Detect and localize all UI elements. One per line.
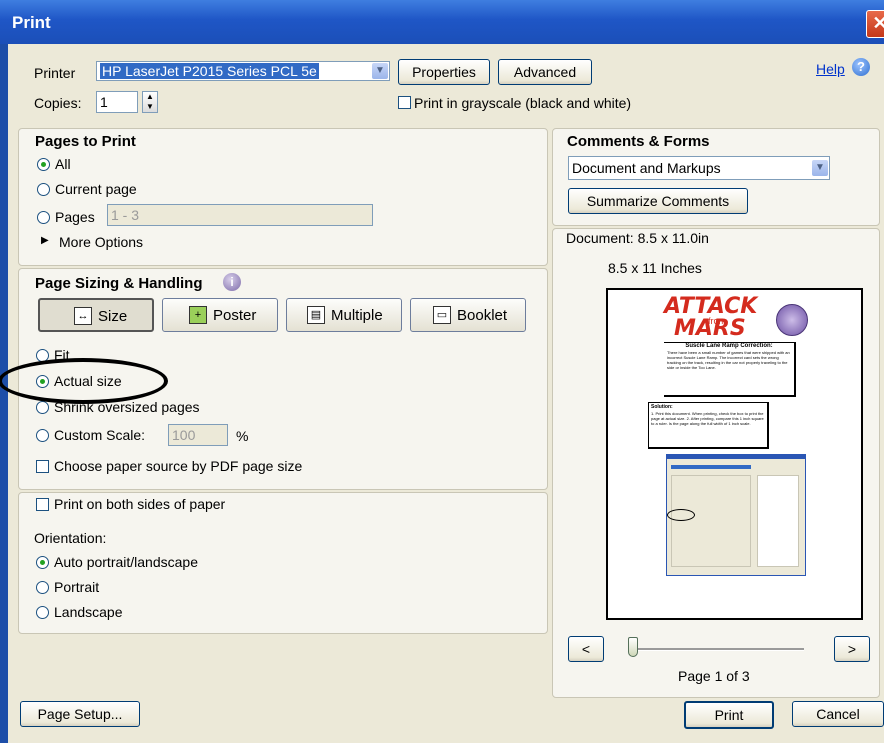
copies-label: Copies:	[34, 95, 82, 111]
grayscale-checkbox[interactable]	[398, 96, 411, 109]
help-link[interactable]: Help	[816, 61, 845, 77]
preview-screenshot-thumbnail	[666, 454, 806, 576]
page-slider-thumb[interactable]	[628, 637, 638, 657]
preview-correction-box: Suscle Lane Ramp Correction: There have …	[664, 342, 796, 397]
document-size-label: Document: 8.5 x 11.0in	[566, 230, 709, 246]
pages-range-input[interactable]: 1 - 3	[107, 204, 373, 226]
duplex-label: Print on both sides of paper	[54, 496, 226, 512]
comments-select-value: Document and Markups	[572, 160, 721, 176]
radio-custom-scale-label: Custom Scale:	[54, 427, 146, 443]
radio-auto-orientation-label: Auto portrait/landscape	[54, 554, 198, 570]
poster-mode-label: Poster	[213, 307, 257, 324]
grayscale-label: Print in grayscale (black and white)	[414, 95, 632, 111]
paper-source-label: Choose paper source by PDF page size	[54, 458, 303, 474]
radio-custom-scale[interactable]	[36, 429, 49, 442]
radio-landscape[interactable]	[36, 606, 49, 619]
duplex-checkbox[interactable]	[36, 498, 49, 511]
preview-solution-box: Solution: 1. Print this document. When p…	[648, 402, 769, 449]
page-sizing-header: Page Sizing & Handling	[35, 275, 203, 292]
print-button[interactable]: Print	[684, 701, 774, 729]
page-slider-track[interactable]	[628, 648, 804, 651]
close-button[interactable]: ✕	[866, 10, 884, 38]
prev-page-button[interactable]: <	[568, 636, 604, 662]
radio-current-page[interactable]	[37, 183, 50, 196]
orientation-label: Orientation:	[34, 530, 107, 546]
poster-mode-button[interactable]: + Poster	[162, 298, 278, 332]
window-title: Print	[12, 13, 51, 32]
radio-portrait[interactable]	[36, 581, 49, 594]
printer-select[interactable]: HP LaserJet P2015 Series PCL 5e ▼	[96, 61, 390, 81]
preview-seal-icon	[776, 304, 808, 336]
title-bar: Print ✕	[0, 0, 884, 44]
size-mode-button[interactable]: ↔ Size	[38, 298, 154, 332]
radio-portrait-label: Portrait	[54, 579, 100, 595]
chevron-down-icon[interactable]: ▼	[372, 63, 388, 79]
poster-icon: +	[189, 306, 207, 324]
more-options-toggle[interactable]: More Options	[59, 234, 143, 250]
radio-landscape-label: Landscape	[54, 604, 123, 620]
dialog-body: Printer HP LaserJet P2015 Series PCL 5e …	[0, 44, 884, 743]
radio-auto-orientation[interactable]	[36, 556, 49, 569]
paper-source-checkbox[interactable]	[36, 460, 49, 473]
chevron-down-icon[interactable]: ▼	[812, 160, 828, 176]
copies-stepper[interactable]: ▲ ▼	[142, 91, 158, 113]
booklet-icon: ▭	[433, 306, 451, 324]
page-status: Page 1 of 3	[678, 668, 750, 684]
multiple-pages-icon: ▤	[307, 306, 325, 324]
pages-range-value: 1 - 3	[111, 207, 140, 223]
booklet-mode-label: Booklet	[457, 307, 508, 324]
advanced-button[interactable]: Advanced	[498, 59, 592, 85]
radio-all-label: All	[55, 156, 71, 172]
preview-correction-body: There have been a small number of games …	[667, 350, 790, 370]
annotation-ellipse	[0, 358, 168, 404]
radio-current-page-label: Current page	[55, 181, 137, 197]
radio-all[interactable]	[37, 158, 50, 171]
multiple-mode-button[interactable]: ▤ Multiple	[286, 298, 402, 332]
copies-input[interactable]: 1	[96, 91, 138, 113]
summarize-comments-button[interactable]: Summarize Comments	[568, 188, 748, 214]
copies-value: 1	[100, 94, 108, 110]
next-page-button[interactable]: >	[834, 636, 870, 662]
size-mode-label: Size	[98, 308, 128, 325]
size-icon: ↔	[74, 307, 92, 325]
printer-select-value: HP LaserJet P2015 Series PCL 5e	[100, 63, 319, 79]
preview-solution-body: 1. Print this document. When printing, c…	[651, 411, 764, 426]
booklet-mode-button[interactable]: ▭ Booklet	[410, 298, 526, 332]
comments-select[interactable]: Document and Markups ▼	[568, 156, 830, 180]
help-icon[interactable]: ?	[852, 58, 870, 76]
radio-shrink[interactable]	[36, 401, 49, 414]
radio-pages-label: Pages	[55, 209, 95, 225]
pages-to-print-panel: Pages to Print All Current page Pages 1 …	[18, 128, 548, 266]
page-setup-button[interactable]: Page Setup...	[20, 701, 140, 727]
expand-arrow-icon[interactable]: ▶	[41, 235, 49, 246]
properties-button[interactable]: Properties	[398, 59, 490, 85]
printer-label: Printer	[34, 65, 76, 81]
paper-size-label: 8.5 x 11 Inches	[608, 260, 702, 276]
preview-logo-subtitle: MARS	[674, 316, 746, 341]
page-preview: ATTACK from MARS Suscle Lane Ramp Correc…	[606, 288, 863, 620]
cancel-button[interactable]: Cancel	[792, 701, 884, 727]
pages-to-print-header: Pages to Print	[35, 133, 136, 150]
custom-scale-value: 100	[172, 427, 196, 443]
custom-scale-input[interactable]: 100	[168, 424, 228, 446]
comments-forms-header: Comments & Forms	[567, 133, 710, 150]
preview-solution-title: Solution:	[651, 404, 673, 410]
info-icon[interactable]: i	[223, 273, 241, 291]
multiple-mode-label: Multiple	[331, 307, 383, 324]
percent-label: %	[236, 428, 249, 444]
radio-pages[interactable]	[37, 211, 50, 224]
